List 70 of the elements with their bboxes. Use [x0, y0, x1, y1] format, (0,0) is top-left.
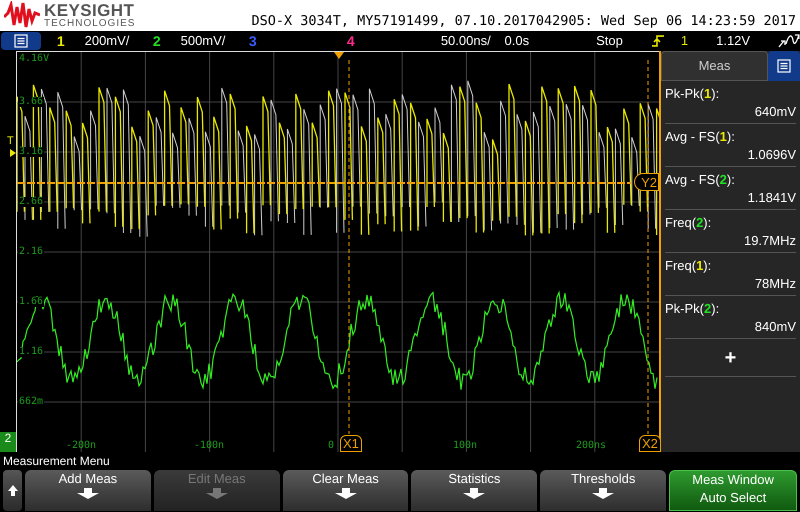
measurement-value: 640mV: [754, 103, 796, 121]
down-arrow-icon: [334, 488, 357, 499]
channel-number[interactable]: 1: [56, 30, 65, 52]
meas-title: Meas: [698, 57, 730, 76]
softkey-button[interactable]: Statistics: [411, 470, 538, 511]
softkey-button[interactable]: Clear Meas: [282, 470, 408, 511]
cursor-line[interactable]: [348, 60, 350, 434]
voltage-scale-label: 1.66: [18, 297, 44, 307]
down-arrow-icon: [592, 488, 614, 499]
measurement-label: Avg - FS(2):: [665, 171, 736, 189]
cursor-label[interactable]: X1: [340, 435, 362, 452]
measurement-label: Pk-Pk(2):: [665, 300, 720, 318]
time-scale-label: 0: [328, 441, 334, 451]
softkey-button[interactable]: Meas Window Auto Select: [669, 470, 797, 511]
meas-tab[interactable]: Meas: [661, 51, 768, 81]
measurement-label: Avg - FS(1):: [665, 128, 736, 146]
add-measurement-button[interactable]: +: [665, 339, 796, 377]
trigger-level-arrow-icon: [10, 149, 16, 157]
cursor-line[interactable]: [17, 182, 631, 184]
measurement-label: Freq(1):: [665, 257, 712, 275]
trigger-source[interactable]: 1: [680, 31, 688, 51]
menu-icon: [14, 34, 28, 48]
menu-icon: [777, 59, 791, 73]
channel-scale[interactable]: 500mV/: [180, 31, 226, 51]
scroll-up-button[interactable]: [3, 470, 22, 511]
trigger-level-marker: T: [7, 136, 14, 147]
time-scale-label: -100n: [194, 441, 224, 451]
measurement-label: Pk-Pk(1):: [665, 85, 720, 103]
brand-subtitle: TECHNOLOGIES: [44, 18, 136, 28]
voltage-scale-label: 3.16: [18, 147, 44, 157]
measurement-value: 78MHz: [754, 275, 796, 293]
logo-icon: [4, 1, 40, 29]
down-arrow-icon: [76, 488, 99, 499]
delay[interactable]: 0.0s: [504, 31, 596, 51]
trigger-mode-icon: [778, 34, 800, 48]
channel-number[interactable]: 3: [248, 30, 257, 52]
softkey-button[interactable]: Add Meas: [25, 470, 151, 511]
voltage-scale-label: 2.16: [18, 247, 44, 257]
voltage-scale-label: 2.66: [18, 197, 44, 207]
channel-badge-number: 2: [4, 432, 12, 444]
panel-menu-button[interactable]: [768, 51, 800, 81]
time-scale-label: 100n: [452, 441, 478, 451]
down-arrow-icon: [463, 488, 486, 499]
channel-number[interactable]: 2: [152, 30, 161, 52]
time-scale-label: 200ns: [576, 441, 606, 451]
trigger-level[interactable]: 1.12V: [716, 31, 750, 51]
window-title: DSO-X 3034T, MY57191499, 07.10.2017042905: Wed Sep 06 14:23:59 2017: [251, 12, 796, 31]
cursor-label[interactable]: Y2: [634, 173, 659, 191]
up-arrow-icon: [8, 485, 18, 496]
rising-edge-icon: [652, 35, 664, 47]
voltage-scale-label: 1.16: [18, 347, 44, 357]
time-scale-label: -200n: [66, 441, 96, 451]
menu-button[interactable]: [1, 32, 41, 50]
channel-scale[interactable]: 200mV/: [84, 31, 130, 51]
measurement-value: 840mV: [754, 318, 796, 336]
channel-number[interactable]: 4: [346, 30, 355, 52]
measurement-value: 1.0696V: [748, 146, 796, 164]
brand-name: KEYSIGHT: [44, 2, 136, 18]
down-arrow-icon: [206, 488, 228, 499]
run-state[interactable]: Stop: [596, 31, 628, 51]
menu-title: Measurement Menu: [2, 453, 111, 470]
measurement-value: 1.1841V: [748, 189, 796, 207]
voltage-scale-label: 4.16V: [18, 54, 50, 64]
timebase[interactable]: 50.00ns/: [440, 31, 505, 51]
cursor-label[interactable]: X2: [639, 435, 661, 452]
voltage-scale-label: 3.66: [18, 97, 44, 107]
voltage-scale-label: 662m: [18, 397, 44, 407]
measurement-value: 19.7MHz: [744, 232, 796, 250]
softkey-button[interactable]: Thresholds: [540, 470, 666, 511]
measurement-label: Freq(2):: [665, 214, 712, 232]
